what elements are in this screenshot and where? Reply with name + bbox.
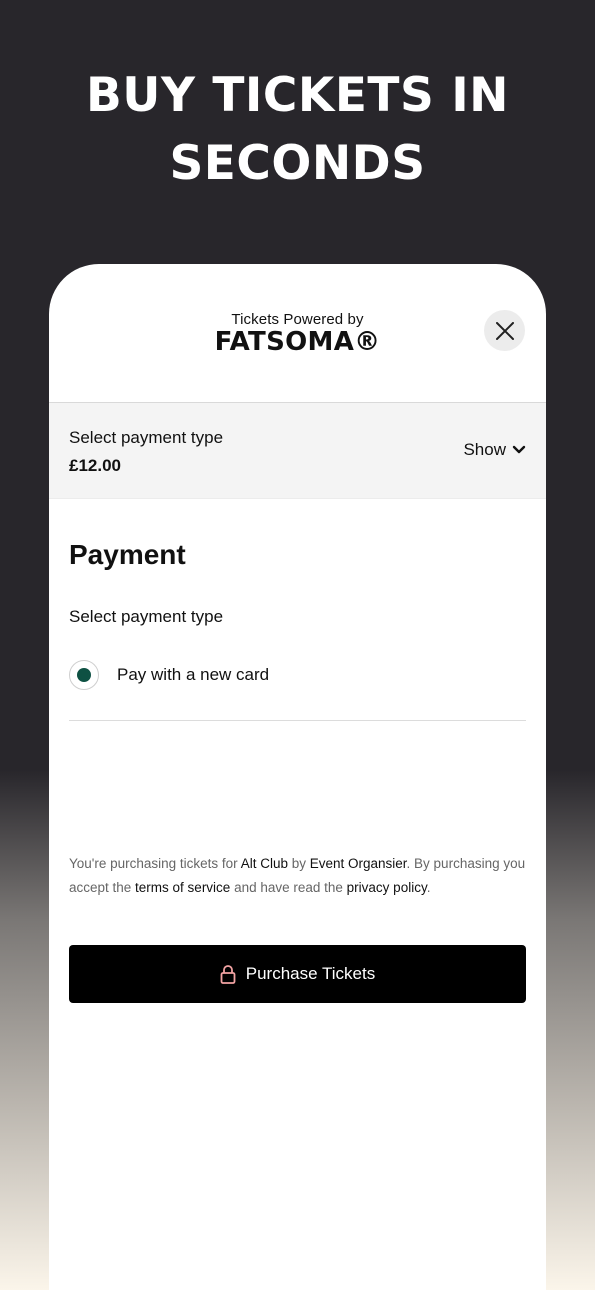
order-summary: Select payment type £12.00 Show <box>49 403 546 499</box>
terms-text-part: by <box>287 856 310 871</box>
radio-button[interactable] <box>69 660 99 690</box>
payment-type-label: Select payment type <box>69 607 224 626</box>
lock-icon <box>220 964 236 984</box>
sheet-header: Tickets Powered by FATSOMA® <box>49 264 546 403</box>
show-toggle-label: Show <box>463 440 506 459</box>
promo-title-line2: SECONDS <box>169 136 426 191</box>
summary-label: Select payment type <box>69 428 224 447</box>
promo-title-line1: BUY TICKETS IN <box>85 68 510 123</box>
terms-text-part: and have read the <box>230 880 347 895</box>
terms-of-service-link[interactable]: terms of service <box>135 880 230 895</box>
chevron-down-icon <box>512 445 526 454</box>
checkout-sheet: Tickets Powered by FATSOMA® Select payme… <box>49 264 546 1290</box>
promo-title: BUY TICKETS IN SECONDS <box>0 62 595 198</box>
purchase-tickets-button[interactable]: Purchase Tickets <box>69 945 526 1003</box>
close-button[interactable] <box>484 310 525 351</box>
show-summary-toggle[interactable]: Show <box>463 440 526 460</box>
terms-text: You're purchasing tickets for Alt Club b… <box>69 852 526 900</box>
radio-selected-dot <box>77 668 91 682</box>
privacy-policy-link[interactable]: privacy policy <box>347 880 427 895</box>
powered-by-text: Tickets Powered by <box>231 311 364 328</box>
purchase-button-label: Purchase Tickets <box>245 964 376 983</box>
payment-option-new-card[interactable]: Pay with a new card <box>69 660 269 690</box>
event-name: Alt Club <box>240 856 288 871</box>
fatsoma-logo: FATSOMA® <box>214 327 381 357</box>
organiser-name: Event Organsier <box>309 856 407 871</box>
payment-option-label: Pay with a new card <box>117 665 270 684</box>
terms-text-part: . <box>426 880 431 895</box>
terms-text-part: You're purchasing tickets for <box>69 856 241 871</box>
divider <box>69 720 526 721</box>
close-icon <box>495 321 514 340</box>
summary-price: £12.00 <box>69 456 121 475</box>
payment-heading: Payment <box>69 539 186 570</box>
